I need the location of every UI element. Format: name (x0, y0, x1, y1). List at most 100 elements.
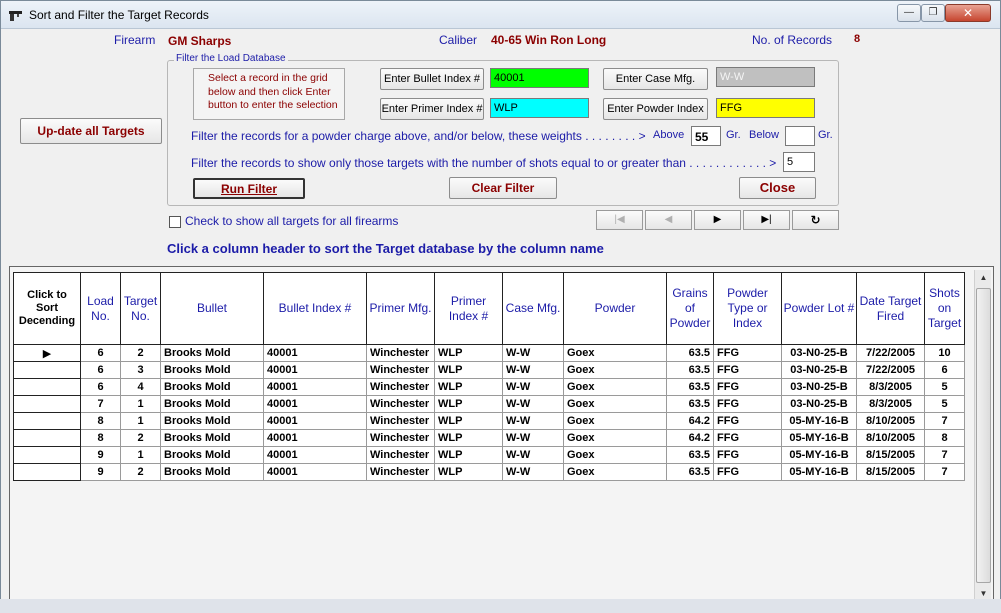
table-cell[interactable]: Brooks Mold (160, 446, 264, 464)
table-cell[interactable]: 2 (120, 429, 161, 447)
case-mfg-field[interactable]: W-W (716, 67, 815, 87)
table-cell[interactable]: 05-MY-16-B (781, 446, 857, 464)
table-cell[interactable]: W-W (502, 463, 564, 481)
table-cell[interactable]: 5 (924, 395, 965, 413)
table-cell[interactable]: 2 (120, 344, 161, 362)
table-row[interactable]: 6 4 Brooks Mold 40001 Winchester WLP W-W Goex 63… (13, 378, 965, 396)
table-cell[interactable]: 40001 (263, 446, 367, 464)
table-cell[interactable]: Goex (563, 344, 667, 362)
table-cell[interactable]: Winchester (366, 361, 435, 379)
table-cell[interactable]: 40001 (263, 344, 367, 362)
table-cell[interactable]: 03-N0-25-B (781, 361, 857, 379)
table-cell[interactable]: 7/22/2005 (856, 361, 925, 379)
enter-powder-index-button[interactable]: Enter Powder Index (603, 98, 708, 120)
table-cell[interactable]: WLP (434, 378, 503, 396)
table-cell[interactable]: 63.5 (666, 361, 714, 379)
show-all-firearms-checkbox[interactable] (169, 216, 181, 228)
column-header[interactable]: Case Mfg. (502, 272, 564, 345)
column-header[interactable]: Powder Type or Index (713, 272, 782, 345)
column-header[interactable]: Grains of Powder (666, 272, 714, 345)
table-row[interactable]: 8 1 Brooks Mold 40001 Winchester WLP W-W Goex 64… (13, 412, 965, 430)
enter-case-mfg-button[interactable]: Enter Case Mfg. (603, 68, 708, 90)
above-weight-input[interactable]: 55 (691, 126, 721, 146)
row-selector[interactable] (13, 395, 81, 413)
table-cell[interactable]: Winchester (366, 429, 435, 447)
table-cell[interactable]: FFG (713, 412, 782, 430)
table-cell[interactable]: 7 (924, 463, 965, 481)
table-cell[interactable]: 10 (924, 344, 965, 362)
table-cell[interactable]: 03-N0-25-B (781, 378, 857, 396)
table-cell[interactable]: 8/3/2005 (856, 378, 925, 396)
table-row[interactable]: 7 1 Brooks Mold 40001 Winchester WLP W-W Goex 63… (13, 395, 965, 413)
min-shots-input[interactable]: 5 (783, 152, 815, 172)
table-cell[interactable]: 64.2 (666, 412, 714, 430)
column-header[interactable]: Shots on Target (924, 272, 965, 345)
table-cell[interactable]: W-W (502, 361, 564, 379)
column-header[interactable]: Bullet (160, 272, 264, 345)
table-cell[interactable]: 40001 (263, 429, 367, 447)
maximize-button[interactable]: ❐ (921, 4, 945, 22)
table-cell[interactable]: W-W (502, 395, 564, 413)
table-cell[interactable]: 05-MY-16-B (781, 463, 857, 481)
table-cell[interactable]: 03-N0-25-B (781, 344, 857, 362)
table-cell[interactable]: 40001 (263, 463, 367, 481)
table-cell[interactable]: WLP (434, 361, 503, 379)
clear-filter-button[interactable]: Clear Filter (449, 177, 557, 199)
table-cell[interactable]: Brooks Mold (160, 412, 264, 430)
table-cell[interactable]: 6 (80, 344, 121, 362)
table-cell[interactable]: Brooks Mold (160, 378, 264, 396)
table-cell[interactable]: 63.5 (666, 446, 714, 464)
table-cell[interactable]: 63.5 (666, 395, 714, 413)
table-cell[interactable]: Goex (563, 463, 667, 481)
bullet-index-field[interactable]: 40001 (490, 68, 589, 88)
minimize-button[interactable]: — (897, 4, 921, 22)
table-cell[interactable]: 8/15/2005 (856, 463, 925, 481)
column-header[interactable]: Primer Mfg. (366, 272, 435, 345)
table-cell[interactable]: FFG (713, 429, 782, 447)
table-cell[interactable]: 05-MY-16-B (781, 412, 857, 430)
row-selector[interactable] (13, 429, 81, 447)
table-cell[interactable]: Goex (563, 446, 667, 464)
table-cell[interactable]: W-W (502, 378, 564, 396)
row-selector[interactable] (13, 378, 81, 396)
table-row[interactable]: 8 2 Brooks Mold 40001 Winchester WLP W-W Goex 64… (13, 429, 965, 447)
column-header[interactable]: Primer Index # (434, 272, 503, 345)
primer-index-field[interactable]: WLP (490, 98, 589, 118)
below-weight-input[interactable] (785, 126, 815, 146)
table-cell[interactable]: 1 (120, 446, 161, 464)
column-header[interactable]: Target No. (120, 272, 161, 345)
table-row[interactable]: 6 3 Brooks Mold 40001 Winchester WLP W-W Goex 63… (13, 361, 965, 379)
scrollbar-thumb[interactable] (976, 288, 991, 583)
table-cell[interactable]: Brooks Mold (160, 429, 264, 447)
table-cell[interactable]: 8 (80, 412, 121, 430)
table-cell[interactable]: Winchester (366, 463, 435, 481)
table-cell[interactable]: 9 (80, 463, 121, 481)
table-cell[interactable]: 03-N0-25-B (781, 395, 857, 413)
scroll-up-arrow-icon[interactable]: ▲ (975, 270, 992, 286)
table-cell[interactable]: Winchester (366, 378, 435, 396)
table-cell[interactable]: 4 (120, 378, 161, 396)
table-cell[interactable]: W-W (502, 446, 564, 464)
table-cell[interactable]: 63.5 (666, 463, 714, 481)
table-cell[interactable]: Winchester (366, 395, 435, 413)
column-header[interactable]: Bullet Index # (263, 272, 367, 345)
refresh-icon[interactable]: ↻ (792, 210, 839, 230)
update-all-targets-button[interactable]: Up-date all Targets (20, 118, 162, 144)
table-row[interactable]: ▶ 6 2 Brooks Mold 40001 Winchester WLP W-W Goex 6… (13, 344, 965, 362)
table-cell[interactable]: 6 (80, 378, 121, 396)
sort-descending-header[interactable]: Click to Sort Decending (13, 272, 81, 345)
column-header[interactable]: Date Target Fired (856, 272, 925, 345)
title-bar[interactable]: Sort and Filter the Target Records — ❐ ✕ (1, 1, 1000, 29)
table-cell[interactable]: Brooks Mold (160, 395, 264, 413)
row-selector[interactable]: ▶ (13, 344, 81, 362)
close-window-button[interactable]: ✕ (945, 4, 991, 22)
table-cell[interactable]: WLP (434, 429, 503, 447)
table-cell[interactable]: FFG (713, 446, 782, 464)
table-row[interactable]: 9 1 Brooks Mold 40001 Winchester WLP W-W Goex 63… (13, 446, 965, 464)
table-cell[interactable]: Winchester (366, 412, 435, 430)
table-cell[interactable]: 7 (924, 412, 965, 430)
table-cell[interactable]: 7 (80, 395, 121, 413)
table-cell[interactable]: W-W (502, 344, 564, 362)
table-cell[interactable]: Winchester (366, 344, 435, 362)
table-cell[interactable]: WLP (434, 344, 503, 362)
